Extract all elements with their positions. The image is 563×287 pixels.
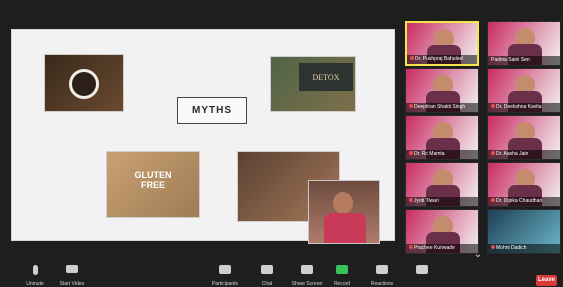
participant-name: Padma Saini Sen <box>491 57 530 63</box>
participant-name: Deeptiran Shakti Singh <box>414 104 466 110</box>
participant-name: Mohni Dadich <box>496 245 527 251</box>
camera-icon <box>66 265 78 273</box>
reactions-icon <box>376 265 388 274</box>
meeting-window: DETOX MYTHS GLUTEN FREE Dr. Pushpraj Bah… <box>0 0 563 287</box>
coffee-cup-icon <box>69 69 99 99</box>
meeting-toolbar: Unmute Start Video Participants Chat Sha… <box>0 262 563 287</box>
more-icon <box>416 265 428 274</box>
share-screen-button[interactable]: Share Screen <box>290 265 324 287</box>
detox-photo: DETOX <box>270 56 356 112</box>
participants-icon <box>219 265 231 274</box>
gluten-free-photo: GLUTEN FREE <box>106 151 200 218</box>
more-button[interactable] <box>405 265 439 285</box>
participant-tile[interactable]: Dr. Aasha Jain <box>487 115 561 160</box>
record-label: Record <box>333 281 351 287</box>
speaker-face <box>333 192 353 214</box>
detox-chalkboard: DETOX <box>299 63 353 91</box>
participant-tile[interactable]: Deeptiran Shakti Singh <box>405 68 479 113</box>
participant-name: Jyoti Tiwari <box>414 198 439 204</box>
reactions-label: Reactions <box>370 281 394 287</box>
chat-button[interactable]: Chat <box>250 265 284 287</box>
participant-gallery: Dr. Pushpraj Bahuleel Padma Saini Sen De… <box>405 21 563 254</box>
share-label: Share Screen <box>291 281 323 287</box>
participants-label: Participants <box>211 281 239 287</box>
gluten-free-text: GLUTEN FREE <box>134 170 172 190</box>
participant-name: Dr. Dipika Chaudhari <box>496 198 543 204</box>
microphone-icon <box>32 265 38 275</box>
speaker-body <box>324 213 366 243</box>
participant-name: Prachee Kunwade <box>414 245 455 251</box>
leave-button[interactable]: Leave <box>536 275 557 286</box>
participant-name: Dr. Aasha Jain <box>496 151 529 157</box>
participant-tile[interactable]: Dr. Pushpraj Bahuleel <box>405 21 479 66</box>
participant-tile[interactable]: Mohni Dadich <box>487 209 561 254</box>
mute-label: Unmute <box>26 281 44 287</box>
participants-button[interactable]: Participants <box>205 265 245 287</box>
participant-name: Dr. Pushpraj Bahuleel <box>415 56 464 62</box>
video-button[interactable]: Start Video <box>55 265 89 287</box>
video-label: Start Video <box>59 281 85 287</box>
participant-name: Dr. Rc Mamta <box>414 151 445 157</box>
participant-tile[interactable]: Dr. Deekshna Kavita <box>487 68 561 113</box>
record-icon <box>336 265 348 274</box>
mute-button[interactable]: Unmute <box>18 265 52 287</box>
chat-label: Chat <box>261 281 273 287</box>
speaker-video[interactable] <box>308 180 380 244</box>
participant-tile[interactable]: Prachee Kunwade <box>405 209 479 254</box>
shared-slide: DETOX MYTHS GLUTEN FREE <box>11 29 395 244</box>
chevron-down-icon[interactable]: ⌄ <box>469 250 487 260</box>
reactions-button[interactable]: Reactions <box>365 265 399 287</box>
record-button[interactable]: Record <box>325 265 359 287</box>
participant-tile[interactable]: Jyoti Tiwari <box>405 162 479 207</box>
chat-icon <box>261 265 273 274</box>
participant-name: Dr. Deekshna Kavita <box>496 104 542 110</box>
slide-title: MYTHS <box>177 97 247 124</box>
participant-tile[interactable]: Dr. Rc Mamta <box>405 115 479 160</box>
coffee-photo <box>44 54 124 112</box>
share-icon <box>301 265 313 274</box>
participant-tile[interactable]: Dr. Dipika Chaudhari <box>487 162 561 207</box>
participant-tile[interactable]: Padma Saini Sen <box>487 21 561 66</box>
